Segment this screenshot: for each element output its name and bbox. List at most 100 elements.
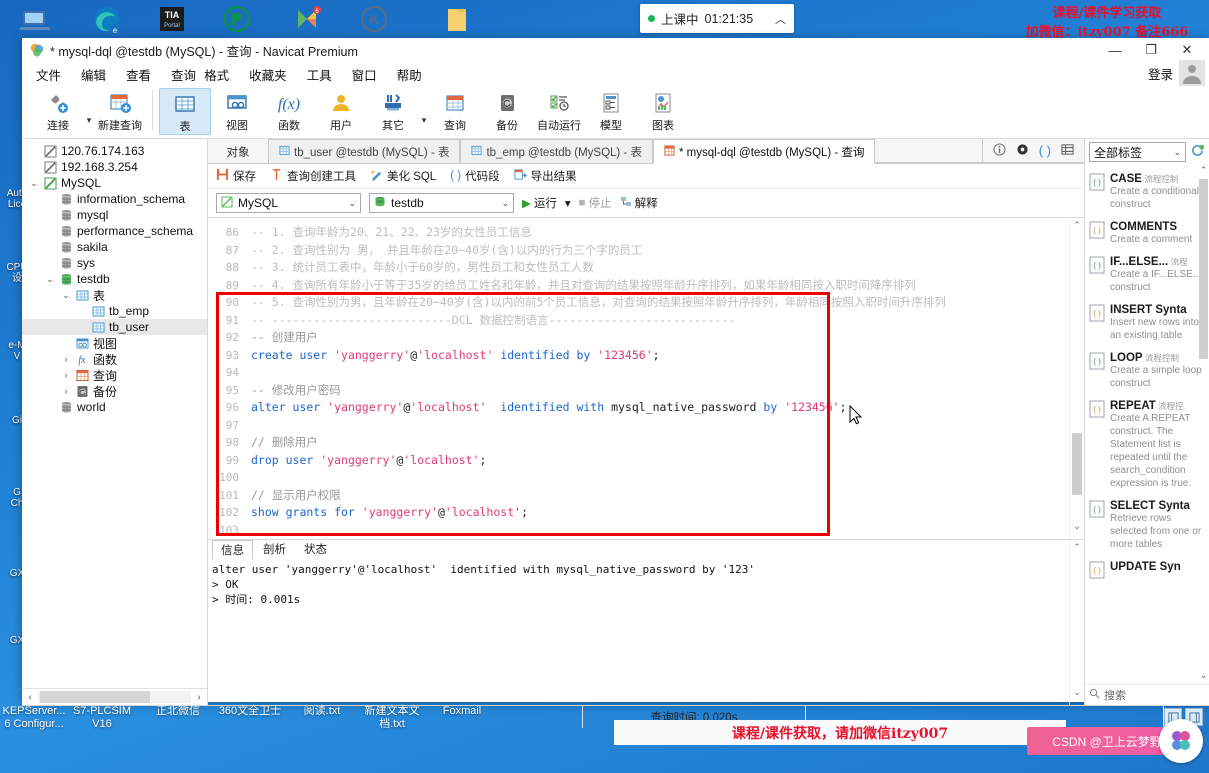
menu-item-format[interactable]: 格式 (204, 65, 229, 84)
class-timer-widget[interactable]: 上课中 01:21:35 ︿ (640, 4, 794, 33)
snippets-list[interactable]: ( ) CASE 流程控制 Create a conditional constru… (1085, 165, 1209, 684)
run-button[interactable]: ▶ 运行 (522, 195, 557, 211)
snippet-item-repeat[interactable]: ( ) REPEAT 流程控 Create A REPEAT construct. … (1085, 396, 1209, 496)
menu-item-view[interactable]: 查看 (126, 65, 151, 84)
code-line[interactable] (251, 417, 1069, 435)
scroll-down-arrow-icon[interactable]: ⌄ (1070, 521, 1084, 537)
tree-node-sys[interactable]: sys (22, 255, 207, 271)
edge-icon[interactable]: e (90, 4, 124, 36)
close-button[interactable]: ✕ (1169, 38, 1205, 62)
editor-vertical-scrollbar[interactable]: ⌃ ⌄ (1069, 218, 1084, 539)
ribbon-connection-button[interactable]: 连接 (32, 88, 84, 133)
menu-item-window[interactable]: 窗口 (352, 65, 377, 84)
snippets-scrollbar[interactable]: ⌃ ⌄ (1198, 165, 1209, 684)
beautify-sql-button[interactable]: 美化 SQL (370, 168, 436, 184)
tree-node--[interactable]: › 备份 (22, 383, 207, 399)
scroll-thumb[interactable] (1072, 433, 1082, 495)
sql-code-editor[interactable]: 86 87 88 89 90 91 92 93 94 95 96 97 98 99 100 101 102 103… (208, 218, 1084, 539)
code-line[interactable]: -- 1. 查询年龄为20、21、22、23岁的女性员工信息 (251, 224, 1069, 242)
ribbon-table-button[interactable]: 表 (159, 88, 211, 135)
menu-item-tools[interactable]: 工具 (307, 65, 332, 84)
code-line[interactable]: -- 4. 查询所有年龄小于等于35岁的给员工姓名和年龄，并且对查询的结果按照年… (251, 277, 1069, 295)
export-result-button[interactable]: 导出结果 (514, 168, 577, 184)
tree-node-120-76-174-163[interactable]: 120.76.174.163 (22, 143, 207, 159)
chevron-right-icon[interactable]: › (60, 354, 72, 364)
tree-node-information_schema[interactable]: information_schema (22, 191, 207, 207)
connection-select[interactable]: MySQL ⌄ (216, 193, 361, 213)
taskbar-item-read-txt[interactable]: 阅读.txt (282, 705, 362, 718)
ribbon-model-button[interactable]: 模型 (585, 88, 637, 133)
folder-icon[interactable] (440, 4, 474, 36)
snippet-item-if-else-[interactable]: ( ) IF...ELSE... 流程 Create a IF...ELSE... … (1085, 252, 1209, 300)
tab-profile[interactable]: 剖析 (255, 540, 294, 558)
menu-item-edit[interactable]: 编辑 (81, 65, 106, 84)
chevron-down-icon[interactable]: ⌄ (501, 198, 509, 209)
connection-dropdown-caret-icon[interactable]: ▾ (84, 101, 94, 126)
computer-icon[interactable] (18, 4, 52, 36)
snippet-tag-filter[interactable]: 全部标签 ⌄ (1089, 142, 1186, 162)
ribbon-view-button[interactable]: 视图 (211, 88, 263, 133)
maximize-button[interactable]: ❐ (1133, 38, 1169, 62)
chevron-down-icon[interactable]: ⌄ (44, 274, 56, 285)
tree-node-world[interactable]: world (22, 399, 207, 415)
code-icon[interactable]: ( ) (1039, 143, 1051, 158)
code-line[interactable]: -- 5. 查询性别为男，且年龄在20~40岁(含)以内的前5个员工信息，对查询… (251, 294, 1069, 312)
kingview-icon[interactable]: K (357, 4, 391, 36)
tree-node--[interactable]: › 查询 (22, 367, 207, 383)
tree-node--[interactable]: ⌄ 表 (22, 287, 207, 303)
menu-item-file[interactable]: 文件 (36, 65, 61, 84)
snippet-item-select-synta[interactable]: ( ) SELECT Synta Retrieve rows selected fr… (1085, 496, 1209, 557)
chevron-right-icon[interactable]: › (60, 370, 72, 380)
info-icon[interactable] (993, 142, 1006, 159)
ribbon-query-button[interactable]: 查询 (429, 88, 481, 133)
query-builder-button[interactable]: 查询创建工具 (270, 168, 356, 184)
menu-item-favorites[interactable]: 收藏夹 (249, 65, 287, 84)
taskbar-item-plcsim[interactable]: S7-PLCSIM V16 (62, 705, 142, 731)
login-area[interactable]: 登录 (1148, 60, 1205, 86)
chevron-down-icon[interactable]: ⌄ (348, 198, 356, 209)
save-button[interactable]: 保存 (216, 168, 256, 184)
ribbon-backup-button[interactable]: 备份 (481, 88, 533, 133)
result-vertical-scrollbar[interactable]: ⌃ ⌄ (1069, 540, 1084, 705)
code-line[interactable]: -- 创建用户 (251, 329, 1069, 347)
tree-node-testdb[interactable]: ⌄ testdb (22, 271, 207, 287)
refresh-icon[interactable] (1190, 143, 1205, 161)
code-line[interactable]: drop user 'yanggerry'@'localhost'; (251, 452, 1069, 470)
tia-portal-icon[interactable]: TIA Portal (155, 4, 189, 36)
other-dropdown-caret-icon[interactable]: ▾ (419, 101, 429, 126)
tree-node-mysql[interactable]: mysql (22, 207, 207, 223)
menu-item-help[interactable]: 帮助 (397, 65, 422, 84)
sql-code-text[interactable]: -- 1. 查询年龄为20、21、22、23岁的女性员工信息 -- 2. 查询性别… (243, 218, 1069, 539)
chevron-down-icon[interactable]: ⌄ (1173, 147, 1181, 158)
code-line[interactable]: create user 'yanggerry'@'localhost' iden… (251, 347, 1069, 365)
tree-node-mysql[interactable]: ⌄ MySQL (22, 175, 207, 191)
minimize-button[interactable]: — (1097, 38, 1133, 62)
code-line[interactable]: show grants for 'yanggerry'@'localhost'; (251, 504, 1069, 522)
chevron-down-icon[interactable]: ⌄ (28, 178, 40, 189)
ribbon-function-button[interactable]: f(x) 函数 (263, 88, 315, 133)
tree-node-tb_emp[interactable]: tb_emp (22, 303, 207, 319)
tree-node-tb_user[interactable]: tb_user (22, 319, 207, 335)
chevron-down-icon[interactable]: ⌄ (60, 290, 72, 301)
tab-status[interactable]: 状态 (296, 540, 335, 558)
code-line[interactable]: // 删除用户 (251, 434, 1069, 452)
snippet-item-case[interactable]: ( ) CASE 流程控制 Create a conditional constru… (1085, 169, 1209, 217)
database-select[interactable]: testdb ⌄ (369, 193, 514, 213)
tree-node-sakila[interactable]: sakila (22, 239, 207, 255)
scroll-down-arrow-icon[interactable]: ⌄ (1198, 670, 1209, 684)
snippet-item-update-syn[interactable]: ( ) UPDATE Syn (1085, 557, 1209, 585)
run-dropdown-caret-icon[interactable]: ▾ (565, 196, 571, 210)
avatar[interactable] (1179, 60, 1205, 86)
scroll-up-arrow-icon[interactable]: ⌃ (1070, 220, 1084, 236)
explain-button[interactable]: 解释 (620, 195, 658, 211)
login-label[interactable]: 登录 (1148, 64, 1173, 83)
ribbon-other-button[interactable]: 其它 (367, 88, 419, 133)
scroll-up-arrow-icon[interactable]: ⌃ (1070, 542, 1084, 558)
code-line[interactable] (251, 522, 1069, 540)
menu-item-query[interactable]: 查询 (171, 65, 196, 84)
tree-node-192-168-3-254[interactable]: 192.168.3.254 (22, 159, 207, 175)
tab-tb-emp[interactable]: tb_emp @testdb (MySQL) - 表 (460, 139, 653, 163)
tree-node--[interactable]: 视图 (22, 335, 207, 351)
taskbar-item-foxmail[interactable]: Foxmail (422, 705, 502, 718)
code-line[interactable]: -- --------------------------DCL 数据控制语言-… (251, 312, 1069, 330)
